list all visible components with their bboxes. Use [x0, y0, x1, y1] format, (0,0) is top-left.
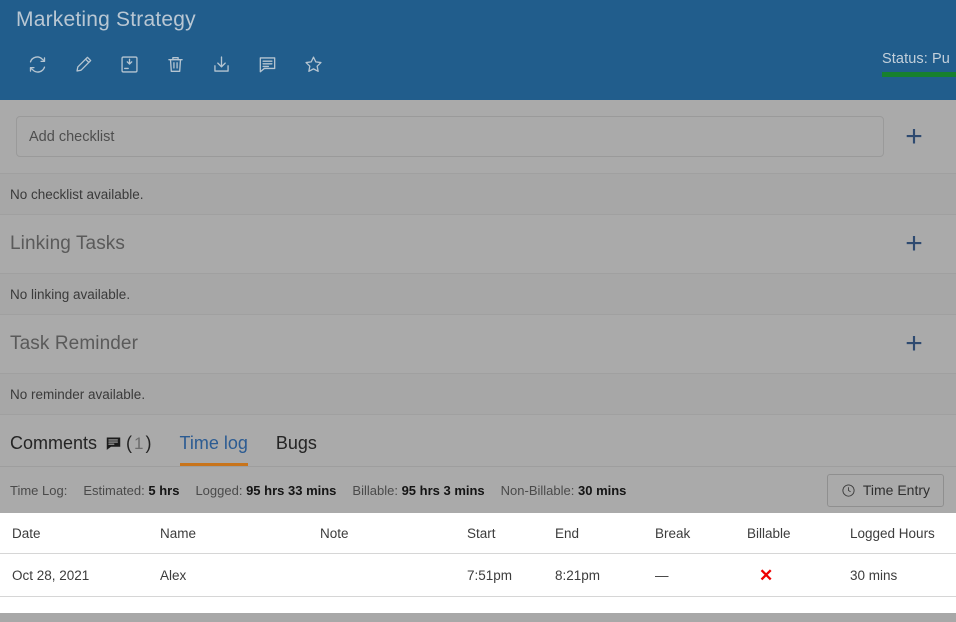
tab-time-log-label: Time log [179, 433, 248, 453]
cell-start: 7:51pm [467, 553, 555, 597]
delete-icon-button[interactable] [152, 46, 198, 82]
clock-icon [841, 483, 856, 498]
time-log-stats: Time Log: Estimated: 5 hrs Logged: 95 hr… [10, 483, 626, 498]
column-header-billable[interactable]: Billable [747, 513, 850, 554]
star-icon [304, 55, 322, 72]
add-task-reminder-button[interactable]: + [884, 324, 944, 365]
stat-billable-key: Billable: [352, 482, 398, 498]
stat-estimated-key: Estimated: [83, 482, 145, 498]
cell-date: Oct 28, 2021 [0, 553, 160, 597]
time-log-table: Date Name Note Start End Break Billable … [0, 513, 956, 597]
save-icon-button[interactable] [106, 46, 152, 82]
stat-estimated-value: 5 hrs [148, 482, 180, 498]
column-header-date[interactable]: Date [0, 513, 160, 554]
stat-logged-value: 95 hrs 33 mins [246, 482, 337, 498]
column-header-start[interactable]: Start [467, 513, 555, 554]
stat-non-billable: Non-Billable: 30 mins [501, 483, 627, 498]
refresh-icon [29, 55, 45, 73]
comment-count: 1 [134, 433, 144, 453]
time-entry-button-label: Time Entry [862, 482, 930, 498]
stat-estimated: Estimated: 5 hrs [83, 483, 179, 498]
edit-icon [75, 56, 91, 72]
cell-logged-hours: 30 mins [850, 553, 956, 597]
billable-cross-icon: ✕ [759, 565, 774, 585]
cell-note [320, 553, 467, 597]
task-reminder-section-header: Task Reminder + [0, 315, 956, 373]
column-header-name[interactable]: Name [160, 513, 320, 554]
note-icon-button[interactable] [244, 46, 290, 82]
column-header-note[interactable]: Note [320, 513, 467, 554]
cell-break: — [655, 553, 747, 597]
cell-name: Alex [160, 553, 320, 597]
add-checklist-button[interactable]: + [884, 116, 944, 157]
time-log-table-wrap: Date Name Note Start End Break Billable … [0, 513, 956, 597]
status-badge: Status: Pu [882, 51, 956, 77]
tab-comments[interactable]: Comments ( 1 ) [10, 433, 152, 466]
detail-tabs: Comments ( 1 ) Time log Bugs [0, 415, 956, 467]
comment-count-open: ( [126, 433, 133, 453]
stat-logged-key: Logged: [195, 482, 243, 498]
comment-icon [105, 435, 122, 452]
page-title: Marketing Strategy [16, 8, 196, 31]
linking-tasks-section-header: Linking Tasks + [0, 215, 956, 273]
edit-icon-button[interactable] [60, 46, 106, 82]
tab-bugs[interactable]: Bugs [276, 433, 317, 466]
table-row[interactable]: Oct 28, 2021 Alex 7:51pm 8:21pm — ✕ 30 m… [0, 553, 956, 597]
panel-header: Marketing Strategy Status: Pu [0, 0, 956, 100]
bottom-strip [0, 613, 956, 622]
download-icon-button[interactable] [198, 46, 244, 82]
stat-logged: Logged: 95 hrs 33 mins [195, 483, 336, 498]
tab-comments-label: Comments [10, 433, 98, 453]
time-log-prefix: Time Log: [10, 482, 68, 498]
save-icon [120, 55, 138, 73]
add-linking-task-button[interactable]: + [884, 224, 944, 265]
stat-non-billable-key: Non-Billable: [500, 482, 575, 498]
add-checklist-input[interactable] [16, 116, 884, 157]
comment-count-close: ) [145, 433, 152, 453]
cell-end: 8:21pm [555, 553, 655, 597]
stat-billable-value: 95 hrs 3 mins [401, 482, 485, 498]
column-header-logged-hours[interactable]: Logged Hours [850, 513, 956, 554]
refresh-icon-button[interactable] [14, 46, 60, 82]
linking-empty-text: No linking available. [0, 273, 956, 315]
checklist-add-row: + [0, 100, 956, 173]
star-icon-button[interactable] [290, 46, 336, 82]
status-text: Status: Pu [882, 51, 950, 67]
stat-billable: Billable: 95 hrs 3 mins [352, 483, 484, 498]
header-toolbar [14, 46, 336, 82]
tab-time-log[interactable]: Time log [179, 433, 248, 466]
column-header-end[interactable]: End [555, 513, 655, 554]
stat-non-billable-value: 30 mins [578, 482, 627, 498]
linking-tasks-title: Linking Tasks [10, 233, 126, 254]
table-header-row: Date Name Note Start End Break Billable … [0, 513, 956, 554]
reminder-empty-text: No reminder available. [0, 373, 956, 415]
task-reminder-title: Task Reminder [10, 333, 139, 354]
checklist-empty-text: No checklist available. [0, 173, 956, 215]
task-detail-panel: Marketing Strategy Status: Pu Add checkl… [0, 0, 956, 622]
time-entry-button[interactable]: Time Entry [826, 473, 944, 507]
cell-billable: ✕ [747, 553, 850, 597]
column-header-break[interactable]: Break [655, 513, 747, 554]
status-underline [882, 72, 956, 77]
tab-bugs-label: Bugs [275, 433, 317, 453]
time-log-summary-bar: Time Log: Estimated: 5 hrs Logged: 95 hr… [0, 467, 956, 513]
note-icon [259, 56, 275, 72]
delete-icon [167, 56, 183, 72]
download-icon [213, 55, 229, 72]
